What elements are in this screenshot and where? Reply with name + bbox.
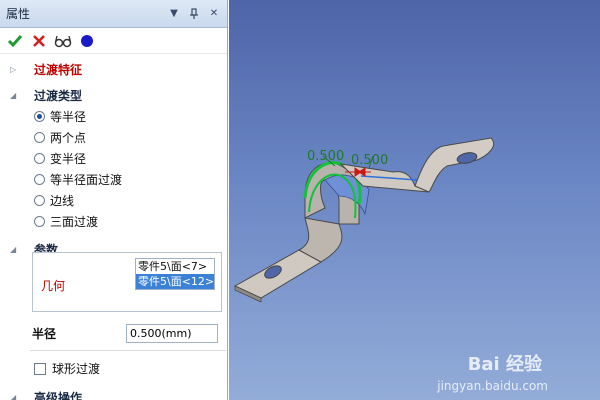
ball-fillet-label: 球形过渡 [52,362,101,376]
radio-button[interactable] [34,153,45,164]
radius-input[interactable] [126,323,218,343]
preview-glasses-icon[interactable] [54,32,72,50]
radio-button[interactable] [34,132,45,143]
radius-row: 半径 [32,323,222,343]
dimension-label-right[interactable]: 0.500 [351,153,388,168]
close-icon[interactable]: ✕ [207,7,221,21]
ball-fillet-row[interactable]: 球形过渡 [34,360,100,377]
radio-option-variable-radius[interactable]: 变半径 [0,148,227,169]
geometry-list-item-selected[interactable]: 零件5\面<12> [136,274,214,289]
collapse-arrow-icon: ◢ [10,90,17,100]
radio-button[interactable] [34,216,45,227]
properties-panel: 属性 ▼ ✕ ▷ 过渡特征 ◢ 过渡类型 等半径 两个点 变半径 等半径面过渡 … [0,0,228,400]
section-label: 过渡类型 [34,88,83,103]
section-label: 过渡特征 [34,62,83,77]
panel-header: 属性 ▼ ✕ [0,0,227,28]
divider [30,350,226,351]
radio-option-three-face[interactable]: 三面过渡 [0,211,227,232]
pin-icon[interactable] [187,7,201,21]
geometry-label: 几何 [41,279,66,293]
dimension-label-left[interactable]: 0.500 [307,149,344,164]
radio-option-two-points[interactable]: 两个点 [0,127,227,148]
radius-label: 半径 [32,326,57,341]
radio-button[interactable] [34,111,45,122]
collapse-arrow-icon: ◢ [10,244,17,254]
radio-button[interactable] [34,195,45,206]
geometry-list-item[interactable]: 零件5\面<7> [136,259,214,274]
ball-fillet-checkbox[interactable] [34,362,46,375]
baidu-watermark-logo: Bai 经验 [467,354,542,375]
section-transition-feature[interactable]: ▷ 过渡特征 [0,58,227,80]
panel-title: 属性 [6,7,31,21]
cancel-x-icon[interactable] [30,32,48,50]
section-advanced[interactable]: ◢ 高级操作 [0,386,227,400]
transition-type-options: 等半径 两个点 变半径 等半径面过渡 边线 三面过渡 [0,106,227,232]
section-label: 高级操作 [34,390,83,400]
collapse-arrow-icon: ◢ [10,392,17,400]
radio-button[interactable] [34,174,45,185]
geometry-selection-box: 几何 零件5\面<7> 零件5\面<12> [32,252,222,312]
expand-arrow-icon: ▷ [10,64,17,74]
chevron-down-icon[interactable]: ▼ [167,7,181,21]
radio-option-face-transition[interactable]: 等半径面过渡 [0,169,227,190]
ok-check-icon[interactable] [6,32,24,50]
panel-toolbar [0,28,227,54]
3d-viewport[interactable]: 0.500 0.500 Bai 经验 jingyan.baidu.com [229,0,600,400]
geometry-list[interactable]: 零件5\面<7> 零件5\面<12> [135,258,215,290]
radio-option-equal-radius[interactable]: 等半径 [0,106,227,127]
blue-circle-icon[interactable] [78,32,96,50]
dimension-labels: 0.500 0.500 [307,149,388,168]
section-transition-type[interactable]: ◢ 过渡类型 [0,84,227,106]
baidu-watermark-url: jingyan.baidu.com [437,379,548,393]
radio-option-edge[interactable]: 边线 [0,190,227,211]
